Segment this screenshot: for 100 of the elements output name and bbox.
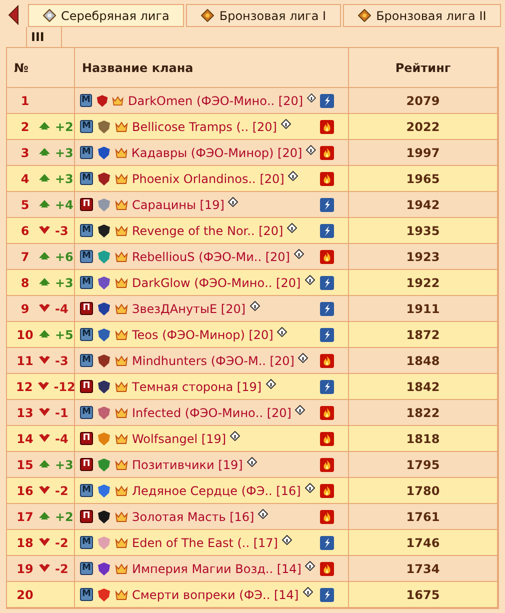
rating: 1675 — [406, 586, 440, 604]
rank: 3 — [20, 144, 30, 162]
rank-change: -3 — [55, 352, 68, 370]
clan-name[interactable]: RebelliouS (ФЭО-Ми.. [20] — [132, 248, 290, 266]
rank-change: +4 — [55, 196, 74, 214]
up-arrow-icon — [39, 460, 50, 469]
clan-name[interactable]: DarkOmen (ФЭО-Мино.. [20] — [128, 92, 304, 110]
up-arrow-icon — [39, 148, 50, 157]
rating: 1734 — [406, 560, 440, 578]
clan-name[interactable]: Infected (ФЭО-Мино.. [20] — [132, 404, 292, 422]
info-icon[interactable] — [230, 431, 240, 441]
lightning-icon — [320, 224, 334, 238]
rank: 17 — [16, 508, 34, 526]
info-icon[interactable] — [277, 327, 288, 337]
clan-type-badge: М — [80, 250, 93, 263]
lightning-icon — [320, 536, 334, 550]
info-icon[interactable] — [305, 561, 316, 571]
info-icon[interactable] — [304, 483, 315, 493]
rank-change: +5 — [55, 326, 74, 344]
clan-name[interactable]: Кадавры (ФЭО-Минор) [20] — [131, 144, 302, 162]
info-icon[interactable] — [302, 587, 313, 597]
clan-type-badge: М — [80, 276, 93, 289]
crown-icon — [115, 120, 128, 132]
clan-name[interactable]: Bellicose Tramps (.. [20] — [132, 118, 277, 136]
tab[interactable]: Серебряная лига — [28, 4, 184, 27]
rating: 1923 — [406, 248, 440, 266]
gem-icon — [43, 9, 56, 22]
clan-type-badge: П — [80, 198, 93, 211]
rank: 19 — [16, 560, 34, 578]
clan-type-badge: М — [80, 536, 93, 549]
clan-name[interactable]: Позитивчики [19] — [132, 456, 243, 474]
down-arrow-icon — [39, 486, 50, 495]
crown-icon — [115, 276, 128, 288]
info-icon[interactable] — [258, 509, 268, 519]
tab[interactable]: III — [26, 27, 62, 47]
rank-change: -2 — [55, 560, 68, 578]
rank: 14 — [16, 430, 34, 448]
rank: 7 — [20, 248, 30, 266]
column-header: Рейтинг — [395, 60, 451, 76]
flame-icon — [320, 562, 334, 576]
clan-name[interactable]: Teos (ФЭО-Минор) [20] — [132, 326, 274, 344]
rank: 11 — [16, 352, 34, 370]
clan-type-badge: М — [80, 224, 93, 237]
lightning-icon — [320, 380, 334, 394]
down-arrow-icon — [39, 538, 50, 547]
clan-name[interactable]: Темная сторона [19] — [132, 378, 262, 396]
info-icon[interactable] — [228, 197, 238, 207]
rating: 1818 — [406, 430, 440, 448]
rank-change: -3 — [55, 222, 68, 240]
info-icon[interactable] — [295, 405, 306, 415]
clan-name[interactable]: Сарацины [19] — [132, 196, 224, 214]
info-icon[interactable] — [298, 353, 308, 363]
clan-name[interactable]: Phoenix Orlandinos.. [20] — [132, 170, 284, 188]
clan-name[interactable]: ЗвезДАнутыЕ [20] — [132, 300, 246, 318]
rating: 1911 — [406, 300, 440, 318]
clan-name[interactable]: Mindhunters (ФЭО-М.. [20] — [132, 352, 294, 370]
clan-name[interactable]: Империя Магии Возд.. [14] — [132, 560, 302, 578]
clan-type-badge: М — [80, 562, 93, 575]
lightning-icon — [320, 588, 334, 602]
rank: 18 — [16, 534, 34, 552]
info-icon[interactable] — [288, 171, 298, 181]
crown-icon — [115, 484, 128, 496]
rank-change: -4 — [55, 300, 68, 318]
clan-name[interactable]: DarkGlow (ФЭО-Мино.. [20] — [132, 274, 301, 292]
clan-name[interactable]: Золотая Масть [16] — [132, 508, 254, 526]
clan-name[interactable]: Eden of The East (.. [17] — [132, 534, 278, 552]
rank-change: +3 — [55, 144, 74, 162]
clan-type-badge: М — [80, 120, 93, 133]
info-icon[interactable] — [287, 223, 298, 233]
clan-name[interactable]: Смерти вопреки (ФЭ.. [14] — [132, 586, 299, 604]
crown-icon — [115, 198, 128, 210]
flame-icon — [320, 250, 334, 264]
clan-type-badge: П — [80, 302, 93, 315]
info-icon[interactable] — [307, 93, 316, 103]
rating: 1822 — [406, 404, 440, 422]
tab[interactable]: Бронзовая лига I — [186, 4, 342, 27]
clan-name[interactable]: Wolfsangel [19] — [132, 430, 226, 448]
clan-name[interactable]: Ледяное Сердце (ФЭ.. [16] — [132, 482, 301, 500]
info-icon[interactable] — [304, 275, 315, 285]
info-icon[interactable] — [246, 457, 257, 467]
flame-icon — [320, 146, 334, 160]
tab[interactable]: Бронзовая лига II — [343, 4, 502, 27]
left-arrow-icon[interactable] — [7, 5, 20, 25]
down-arrow-icon — [39, 408, 50, 417]
clan-name[interactable]: Revenge of the Nor.. [20] — [132, 222, 284, 240]
down-arrow-icon — [39, 434, 50, 443]
rank: 8 — [20, 274, 30, 292]
info-icon[interactable] — [281, 119, 291, 129]
rank: 9 — [20, 300, 30, 318]
info-icon[interactable] — [250, 301, 260, 311]
rank-change: -4 — [55, 430, 68, 448]
info-icon[interactable] — [266, 379, 276, 389]
clan-type-badge: М — [80, 484, 93, 497]
info-icon[interactable] — [282, 535, 292, 545]
info-icon[interactable] — [294, 249, 304, 259]
up-arrow-icon — [39, 122, 50, 131]
info-icon[interactable] — [306, 145, 316, 155]
rank: 12 — [16, 378, 33, 396]
flame-icon — [320, 484, 334, 498]
rank: 1 — [20, 92, 30, 110]
